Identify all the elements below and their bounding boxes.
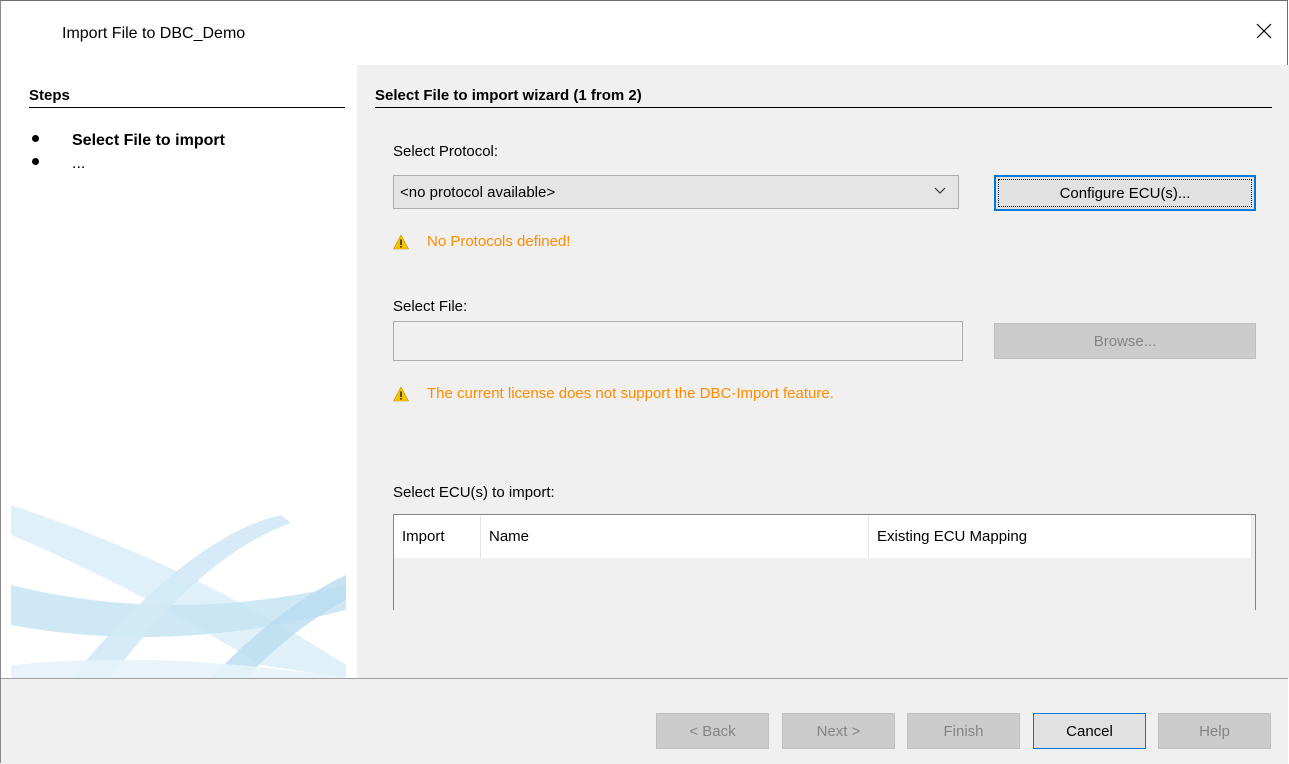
close-button[interactable] [1241, 11, 1287, 51]
file-label: Select File: [393, 298, 468, 315]
browse-button[interactable]: Browse... [994, 323, 1256, 359]
file-path-input[interactable] [393, 321, 963, 361]
column-header-name[interactable]: Name [481, 515, 869, 558]
next-button[interactable]: Next > [782, 713, 895, 749]
protocol-selected-value: <no protocol available> [400, 183, 556, 201]
bullet-icon [32, 135, 39, 142]
steps-panel: Steps Select File to import ... [11, 65, 346, 678]
finish-button[interactable]: Finish [907, 713, 1020, 749]
ecu-table-header: Import Name Existing ECU Mapping [394, 515, 1252, 558]
ecu-table[interactable]: Import Name Existing ECU Mapping [393, 514, 1256, 610]
back-button[interactable]: < Back [656, 713, 769, 749]
wizard-title: Select File to import wizard (1 from 2) [375, 87, 642, 104]
steps-divider [29, 107, 345, 108]
chevron-down-icon [934, 187, 946, 194]
wizard-divider [375, 107, 1272, 108]
help-button[interactable]: Help [1158, 713, 1271, 749]
cancel-button[interactable]: Cancel [1033, 713, 1146, 749]
title-bar: Import File to DBC_Demo [1, 1, 1287, 65]
import-dialog: Import File to DBC_Demo Steps Select Fil… [0, 0, 1289, 764]
step-label: Select File to import [72, 132, 225, 149]
configure-ecu-button[interactable]: Configure ECU(s)... [994, 175, 1256, 211]
column-header-import[interactable]: Import [394, 515, 481, 558]
license-warning: The current license does not support the… [393, 385, 834, 402]
column-header-existing-ecu-mapping[interactable]: Existing ECU Mapping [869, 515, 1252, 558]
decorative-swoosh-graphic [11, 505, 346, 678]
protocol-warning-text: No Protocols defined! [427, 233, 571, 250]
button-bar: < Back Next > Finish Cancel Help [1, 678, 1288, 764]
steps-heading: Steps [29, 87, 70, 104]
step-label: ... [72, 155, 86, 172]
browse-label: Browse... [1093, 332, 1157, 350]
protocol-dropdown[interactable]: <no protocol available> [393, 175, 959, 209]
wizard-panel: Select File to import wizard (1 from 2) … [357, 65, 1289, 678]
window-title: Import File to DBC_Demo [62, 25, 246, 42]
warning-icon [393, 385, 409, 401]
bullet-icon [32, 158, 39, 165]
warning-icon [393, 233, 409, 249]
protocol-warning: No Protocols defined! [393, 233, 570, 250]
close-icon [1256, 23, 1272, 39]
protocol-label: Select Protocol: [393, 143, 499, 160]
license-warning-text: The current license does not support the… [427, 385, 834, 402]
ecu-label: Select ECU(s) to import: [393, 484, 555, 501]
